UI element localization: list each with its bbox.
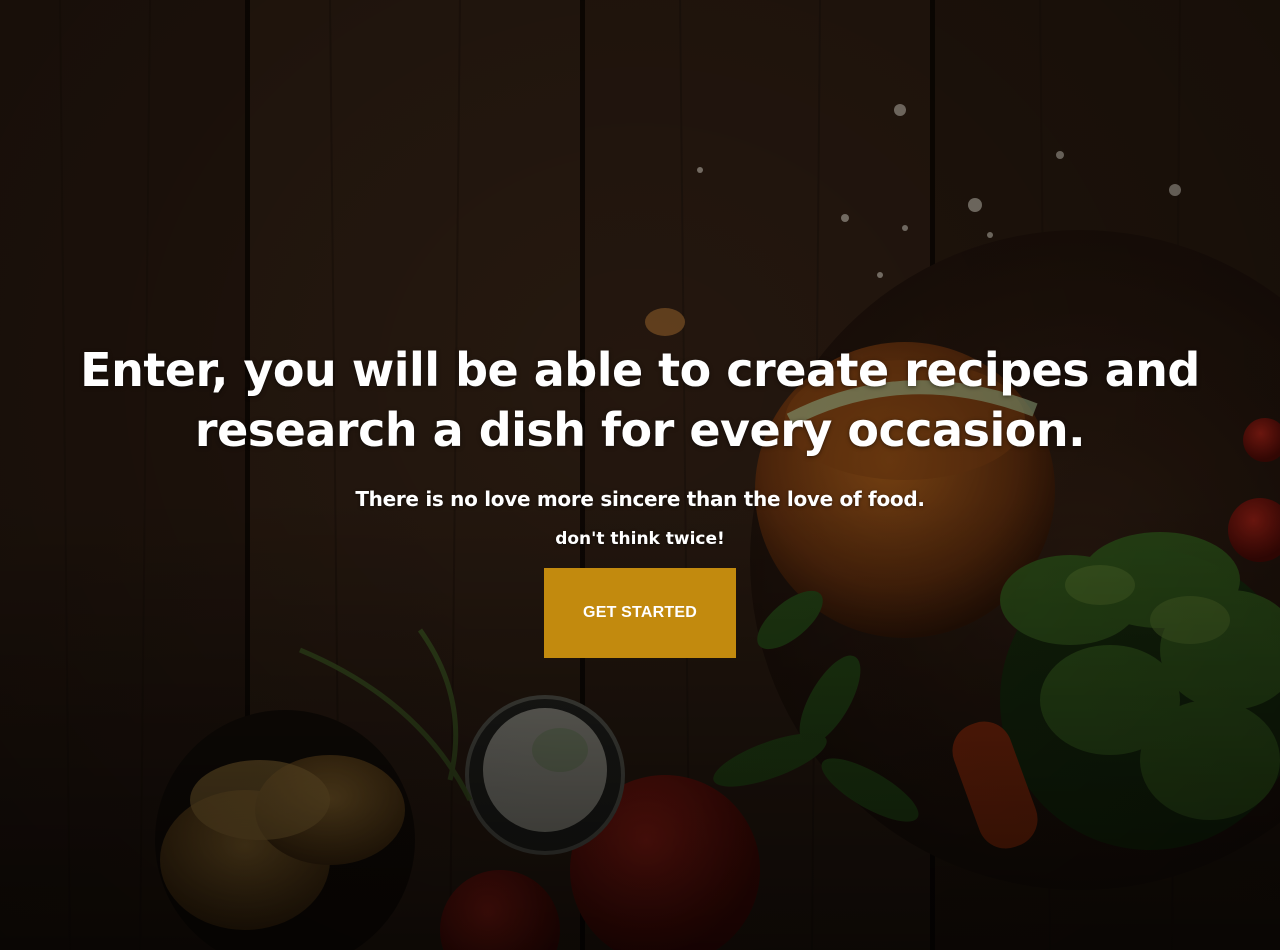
get-started-button[interactable]: GET STARTED: [544, 568, 736, 658]
hero-content: Enter, you will be able to create recipe…: [0, 340, 1280, 658]
hero-headline: Enter, you will be able to create recipe…: [80, 343, 1200, 457]
hero-tagline: don't think twice!: [555, 529, 725, 549]
hero-subline: There is no love more sincere than the l…: [355, 487, 925, 511]
hero-section: Enter, you will be able to create recipe…: [0, 0, 1280, 950]
